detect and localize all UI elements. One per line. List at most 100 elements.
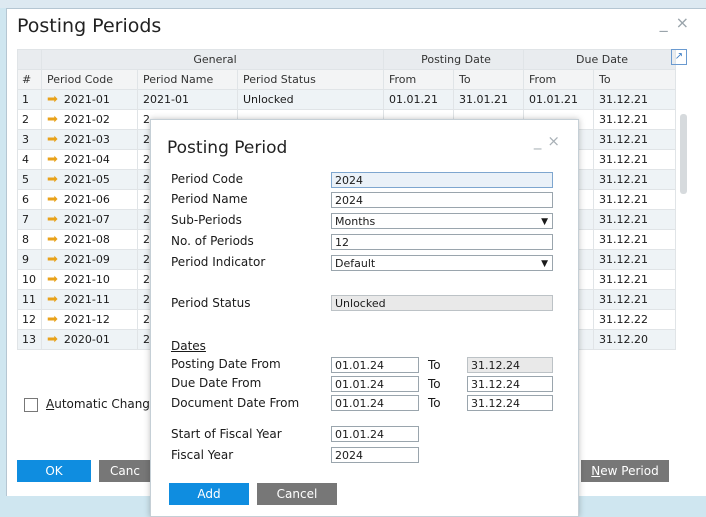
automatic-change-mnemonic: A xyxy=(46,397,55,411)
period-code-cell: ➡ 2021-06 xyxy=(41,189,138,210)
period-code-cell: ➡ 2021-04 xyxy=(41,149,138,170)
link-arrow-icon[interactable]: ➡ xyxy=(47,192,58,207)
link-arrow-icon[interactable]: ➡ xyxy=(47,112,58,127)
dialog-controls: _× xyxy=(534,132,566,150)
period-code-text: 2021-08 xyxy=(63,233,110,246)
period-name-field[interactable]: 2024 xyxy=(331,192,553,208)
table-cell: 4 xyxy=(17,149,42,170)
minimize-icon[interactable]: _ xyxy=(660,13,676,32)
no-of-periods-field[interactable]: 12 xyxy=(331,234,553,250)
table-cell: 11 xyxy=(17,289,42,310)
group-header-blank xyxy=(17,49,42,70)
due-date-to-field[interactable]: 31.12.24 xyxy=(467,376,553,392)
link-arrow-icon[interactable]: ➡ xyxy=(47,332,58,347)
due-date-from-field[interactable]: 01.01.24 xyxy=(331,376,419,392)
add-button[interactable]: Add xyxy=(169,483,249,505)
period-indicator-select[interactable]: Default ▼ xyxy=(331,255,553,271)
table-cell: 6 xyxy=(17,189,42,210)
expand-icon[interactable]: ↗ xyxy=(671,49,687,65)
table-cell: 31.12.21 xyxy=(593,149,677,170)
period-indicator-value: Default xyxy=(335,257,376,270)
posting-date-to-field: 31.12.24 xyxy=(467,357,553,373)
link-arrow-icon[interactable]: ➡ xyxy=(47,312,58,327)
column-header[interactable]: Period Status xyxy=(237,69,384,90)
column-header[interactable]: From xyxy=(383,69,454,90)
period-code-cell: ➡ 2021-08 xyxy=(41,229,138,250)
table-cell: 31.12.21 xyxy=(593,289,677,310)
table-cell: 31.12.21 xyxy=(593,209,677,230)
new-period-label: ew Period xyxy=(600,464,659,478)
table-cell: 5 xyxy=(17,169,42,190)
table-row[interactable]: 1 ➡ 2021-01 2021-01 Unlocked 01.01.21 31.01.21… xyxy=(17,89,677,110)
column-header[interactable]: # xyxy=(17,69,42,90)
dialog-cancel-button[interactable]: Cancel xyxy=(257,483,337,505)
period-name-label: Period Name xyxy=(171,192,248,206)
table-cell: 31.12.21 xyxy=(593,129,677,150)
new-period-mnemonic: N xyxy=(591,464,601,478)
link-arrow-icon[interactable]: ➡ xyxy=(47,232,58,247)
group-header-due-date: Due Date xyxy=(523,49,677,70)
column-header[interactable]: Period Name xyxy=(137,69,238,90)
start-fiscal-year-field[interactable]: 01.01.24 xyxy=(331,426,419,442)
column-header[interactable]: Period Code xyxy=(41,69,138,90)
link-arrow-icon[interactable]: ➡ xyxy=(47,252,58,267)
new-period-button[interactable]: New Period xyxy=(581,460,669,482)
table-cell: 13 xyxy=(17,329,42,350)
table-cell: 31.12.21 xyxy=(593,249,677,270)
chevron-down-icon: ▼ xyxy=(541,259,548,269)
period-code-text: 2021-04 xyxy=(63,153,110,166)
period-code-text: 2021-09 xyxy=(63,253,110,266)
group-header-posting-date: Posting Date xyxy=(382,49,525,70)
table-cell: 01.01.21 xyxy=(383,89,454,110)
ok-button[interactable]: OK xyxy=(17,460,91,482)
due-date-from-label: Due Date From xyxy=(171,376,262,390)
cancel-button[interactable]: Canc xyxy=(99,460,151,482)
automatic-change-option[interactable]: Automatic Change ( xyxy=(24,397,166,412)
dialog-minimize-icon[interactable]: _ xyxy=(534,132,548,150)
automatic-change-checkbox[interactable] xyxy=(24,397,38,412)
column-header[interactable]: To xyxy=(593,69,677,90)
document-date-to-field[interactable]: 31.12.24 xyxy=(467,395,553,411)
link-arrow-icon[interactable]: ➡ xyxy=(47,92,58,107)
start-fiscal-year-label: Start of Fiscal Year xyxy=(171,427,282,441)
grid-scrollbar[interactable] xyxy=(680,114,687,194)
table-cell: 31.12.21 xyxy=(593,169,677,190)
period-code-text: 2021-10 xyxy=(63,273,110,286)
window-title: Posting Periods xyxy=(17,15,162,37)
close-icon[interactable]: × xyxy=(676,13,697,32)
column-header[interactable]: From xyxy=(523,69,595,90)
period-status-label: Period Status xyxy=(171,296,251,310)
period-code-cell: ➡ 2021-09 xyxy=(41,249,138,270)
column-header[interactable]: To xyxy=(452,69,525,90)
sub-periods-value: Months xyxy=(335,215,376,228)
fiscal-year-field[interactable]: 2024 xyxy=(331,447,419,463)
table-cell: 2021-01 xyxy=(137,89,238,110)
table-cell: 12 xyxy=(17,309,42,330)
link-arrow-icon[interactable]: ➡ xyxy=(47,152,58,167)
period-code-cell: ➡ 2021-01 xyxy=(41,89,138,110)
posting-to-label: To xyxy=(428,358,441,372)
period-code-text: 2021-02 xyxy=(63,113,110,126)
period-code-field[interactable]: 2024 xyxy=(331,172,553,188)
table-cell: 01.01.21 xyxy=(523,89,595,110)
dialog-close-icon[interactable]: × xyxy=(547,132,566,150)
period-code-cell: ➡ 2021-05 xyxy=(41,169,138,190)
period-code-text: 2021-11 xyxy=(63,293,110,306)
period-status-field: Unlocked xyxy=(331,295,553,311)
link-arrow-icon[interactable]: ➡ xyxy=(47,132,58,147)
link-arrow-icon[interactable]: ➡ xyxy=(47,172,58,187)
period-code-text: 2021-01 xyxy=(63,93,110,106)
sub-periods-select[interactable]: Months ▼ xyxy=(331,213,553,229)
table-cell: 31.12.21 xyxy=(593,189,677,210)
no-of-periods-label: No. of Periods xyxy=(171,234,254,248)
link-arrow-icon[interactable]: ➡ xyxy=(47,272,58,287)
table-cell: 31.12.21 xyxy=(593,269,677,290)
link-arrow-icon[interactable]: ➡ xyxy=(47,292,58,307)
posting-date-from-field[interactable]: 01.01.24 xyxy=(331,357,419,373)
document-date-from-field[interactable]: 01.01.24 xyxy=(331,395,419,411)
link-arrow-icon[interactable]: ➡ xyxy=(47,212,58,227)
sub-periods-label: Sub-Periods xyxy=(171,213,242,227)
table-cell: Unlocked xyxy=(237,89,384,110)
period-code-text: 2021-12 xyxy=(63,313,110,326)
table-cell: 31.12.22 xyxy=(593,309,677,330)
